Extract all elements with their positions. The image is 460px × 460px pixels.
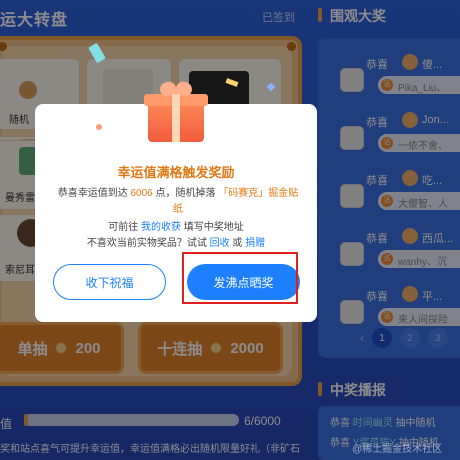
donate-link[interactable]: 捐赠 xyxy=(245,238,265,249)
modal-body: 恭喜幸运值到达 6006 点，随机掉落 「码赛克」掘金贴纸 xyxy=(53,186,303,218)
recycle-link[interactable]: 回收 xyxy=(210,238,230,249)
lottery-page: 运大转盘 已签到 随机 曼秀雷 索尼耳 单抽 200 十连抽 2000 值 6/… xyxy=(0,0,460,460)
modal-line3-or: 或 xyxy=(232,238,243,249)
modal-harvest-line: 可前往 我的收获 填写中奖地址 xyxy=(35,218,317,233)
accept-blessing-button[interactable]: 收下祝福 xyxy=(53,264,166,300)
modal-line2-suffix: 填写中奖地址 xyxy=(183,222,244,233)
confetti-icon xyxy=(96,124,102,130)
gift-box-icon xyxy=(142,78,210,144)
modal-recycle-line: 不喜欢当前实物奖品？试试 回收 或 捐赠 xyxy=(35,234,317,249)
watermark: @稀土掘金技术社区 xyxy=(352,444,443,455)
my-harvest-link[interactable]: 我的收获 xyxy=(141,222,181,233)
highlight-box xyxy=(182,252,298,304)
modal-body-prefix: 恭喜幸运值到达 xyxy=(57,188,128,199)
modal-line3-prefix: 不喜欢当前实物奖品？试试 xyxy=(86,238,207,249)
modal-body-mid: 点，随机掉落 xyxy=(155,188,216,199)
modal-title: 幸运值满格触发奖励 xyxy=(117,165,235,180)
modal-line2-prefix: 可前往 xyxy=(108,222,139,233)
modal-luck-value: 6006 xyxy=(130,188,153,199)
